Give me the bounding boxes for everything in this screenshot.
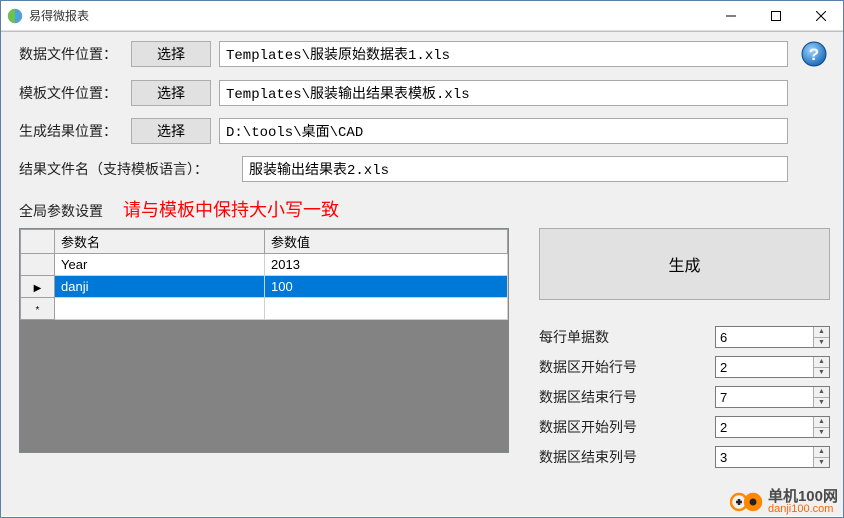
left-panel: 参数名 参数值 Year2013▶danji100* [19, 228, 509, 476]
help-icon[interactable]: ? [800, 40, 828, 68]
window-controls [708, 1, 843, 30]
spinner-label: 数据区结束行号 [539, 387, 709, 407]
result-filename-input[interactable] [242, 156, 788, 182]
result-location-row: 生成结果位置： 选择 [1, 110, 843, 148]
param-value-cell[interactable]: 100 [265, 276, 508, 298]
spinner-up-icon[interactable]: ▲ [814, 387, 829, 398]
result-location-choose-button[interactable]: 选择 [131, 118, 211, 144]
template-file-row: 模板文件位置： 选择 [1, 72, 843, 110]
spinner-row: 数据区结束行号 ▲▼ [539, 386, 830, 408]
spinner-label: 每行单据数 [539, 327, 709, 347]
result-location-input[interactable] [219, 118, 788, 144]
param-value-cell[interactable] [265, 298, 508, 320]
spinner-down-icon[interactable]: ▼ [814, 428, 829, 438]
lower-area: 参数名 参数值 Year2013▶danji100* 生成 每行单据数▲▼数据区… [1, 228, 843, 486]
spinner-input[interactable] [716, 357, 813, 377]
svg-text:?: ? [809, 45, 819, 64]
param-value-cell[interactable]: 2013 [265, 254, 508, 276]
app-icon [7, 8, 23, 24]
spinner-label: 数据区开始列号 [539, 417, 709, 437]
generate-button[interactable]: 生成 [539, 228, 830, 300]
spinner-up-icon[interactable]: ▲ [814, 357, 829, 368]
params-table[interactable]: 参数名 参数值 Year2013▶danji100* [20, 229, 508, 320]
spinner-input[interactable] [716, 327, 813, 347]
spinner-up-icon[interactable]: ▲ [814, 417, 829, 428]
spinner-control[interactable]: ▲▼ [715, 416, 830, 438]
data-file-row: 数据文件位置： 选择 ? [1, 32, 843, 72]
spinner-label: 数据区结束列号 [539, 447, 709, 467]
result-filename-label: 结果文件名（支持模板语言）： [19, 159, 234, 179]
row-marker: * [21, 298, 55, 320]
spinner-control[interactable]: ▲▼ [715, 356, 830, 378]
row-marker: ▶ [21, 276, 55, 298]
spinner-input[interactable] [716, 447, 813, 467]
watermark: 单机100网 danji100.com [730, 489, 838, 516]
spinner-input[interactable] [716, 417, 813, 437]
template-file-choose-button[interactable]: 选择 [131, 80, 211, 106]
col-header-value[interactable]: 参数值 [265, 230, 508, 254]
spinner-down-icon[interactable]: ▼ [814, 338, 829, 348]
template-file-label: 模板文件位置： [19, 83, 123, 103]
watermark-text: 单机100网 [768, 489, 838, 505]
maximize-button[interactable] [753, 1, 798, 30]
watermark-logo-icon [730, 491, 764, 513]
right-panel: 生成 每行单据数▲▼数据区开始行号▲▼数据区结束行号▲▼数据区开始列号▲▼数据区… [539, 228, 830, 476]
spinner-row: 数据区开始列号 ▲▼ [539, 416, 830, 438]
window-title: 易得微报表 [29, 7, 89, 24]
watermark-url: danji100.com [768, 504, 838, 516]
section-header: 全局参数设置 请与模板中保持大小写一致 [1, 186, 843, 228]
spinner-row: 每行单据数 ▲▼ [539, 326, 830, 348]
template-file-input[interactable] [219, 80, 788, 106]
close-button[interactable] [798, 1, 843, 30]
table-row[interactable]: Year2013 [21, 254, 508, 276]
spinner-row: 数据区结束列号 ▲▼ [539, 446, 830, 468]
table-row[interactable]: ▶danji100 [21, 276, 508, 298]
param-name-cell[interactable]: Year [55, 254, 265, 276]
spinner-down-icon[interactable]: ▼ [814, 398, 829, 408]
global-params-label: 全局参数设置 [19, 201, 103, 221]
spinner-down-icon[interactable]: ▼ [814, 368, 829, 378]
spinner-label: 数据区开始行号 [539, 357, 709, 377]
content-area: 数据文件位置： 选择 ? 模板文件位置： 选择 生成结果位置： 选择 [1, 31, 843, 516]
spinner-row: 数据区开始行号 ▲▼ [539, 356, 830, 378]
spinner-input[interactable] [716, 387, 813, 407]
spinner-control[interactable]: ▲▼ [715, 446, 830, 468]
result-filename-row: 结果文件名（支持模板语言）： [1, 148, 843, 186]
row-marker [21, 254, 55, 276]
table-corner [21, 230, 55, 254]
params-table-container: 参数名 参数值 Year2013▶danji100* [19, 228, 509, 453]
titlebar: 易得微报表 [1, 1, 843, 31]
result-location-label: 生成结果位置： [19, 121, 123, 141]
table-row[interactable]: * [21, 298, 508, 320]
param-name-cell[interactable]: danji [55, 276, 265, 298]
spinner-up-icon[interactable]: ▲ [814, 327, 829, 338]
data-file-label: 数据文件位置： [19, 44, 123, 64]
data-file-choose-button[interactable]: 选择 [131, 41, 211, 67]
col-header-name[interactable]: 参数名 [55, 230, 265, 254]
spinner-up-icon[interactable]: ▲ [814, 447, 829, 458]
minimize-button[interactable] [708, 1, 753, 30]
spinner-control[interactable]: ▲▼ [715, 326, 830, 348]
spinner-control[interactable]: ▲▼ [715, 386, 830, 408]
spinner-down-icon[interactable]: ▼ [814, 458, 829, 468]
data-file-input[interactable] [219, 41, 788, 67]
hint-text: 请与模板中保持大小写一致 [123, 196, 339, 222]
param-name-cell[interactable] [55, 298, 265, 320]
